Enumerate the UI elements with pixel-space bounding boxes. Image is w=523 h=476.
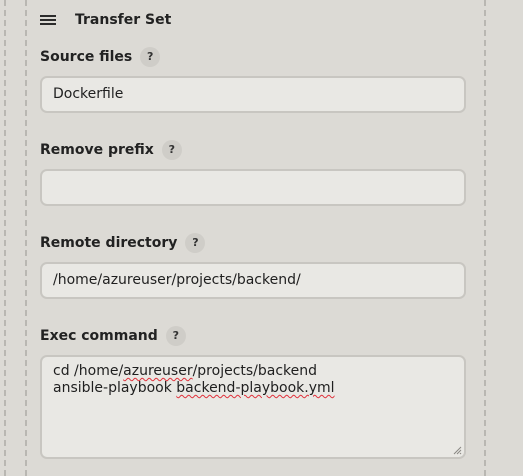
exec-command-textarea[interactable]: cd /home/azureuser/projects/backend ansi… <box>40 355 466 459</box>
remote-directory-help-icon[interactable]: ? <box>185 233 206 253</box>
exec-command-line-2: ansible-playbook backend-playbook.yml <box>53 380 453 397</box>
inner-dashed-border-right <box>484 0 486 476</box>
source-files-label: Source files <box>40 49 133 65</box>
source-files-help-icon[interactable]: ? <box>140 47 161 67</box>
exec-command-line-1-suffix: /projects/backend <box>192 363 318 379</box>
exec-command-line-2-prefix: ansible-playbook <box>53 380 177 396</box>
remove-prefix-label-row: Remove prefix ? <box>40 139 182 161</box>
exec-command-label: Exec command <box>40 328 158 344</box>
remote-directory-label: Remote directory <box>40 235 178 251</box>
exec-command-line-1: cd /home/azureuser/projects/backend <box>53 363 453 380</box>
transfer-set-title: Transfer Set <box>75 12 172 28</box>
exec-command-help-icon[interactable]: ? <box>165 326 186 346</box>
remove-prefix-label: Remove prefix <box>40 142 154 158</box>
remove-prefix-input[interactable] <box>40 169 466 206</box>
transfer-set-panel: Transfer Set Source files ? Dockerfile R… <box>28 0 480 476</box>
source-files-input[interactable]: Dockerfile <box>40 76 466 113</box>
outer-dashed-border-left <box>4 0 6 476</box>
spellcheck-word: azureuser <box>123 363 193 379</box>
exec-command-line-1-prefix: cd /home/ <box>53 363 124 379</box>
transfer-set-header: Transfer Set <box>40 10 171 30</box>
source-files-label-row: Source files ? <box>40 46 161 68</box>
remove-prefix-help-icon[interactable]: ? <box>161 140 182 160</box>
exec-command-label-row: Exec command ? <box>40 325 186 347</box>
remote-directory-input[interactable]: /home/azureuser/projects/backend/ <box>40 262 466 299</box>
resize-grip-icon[interactable] <box>452 445 462 455</box>
spellcheck-word: backend-playbook.yml <box>176 380 335 396</box>
inner-dashed-border-left <box>25 0 27 476</box>
drag-handle-icon[interactable] <box>40 15 56 25</box>
remote-directory-label-row: Remote directory ? <box>40 232 206 254</box>
